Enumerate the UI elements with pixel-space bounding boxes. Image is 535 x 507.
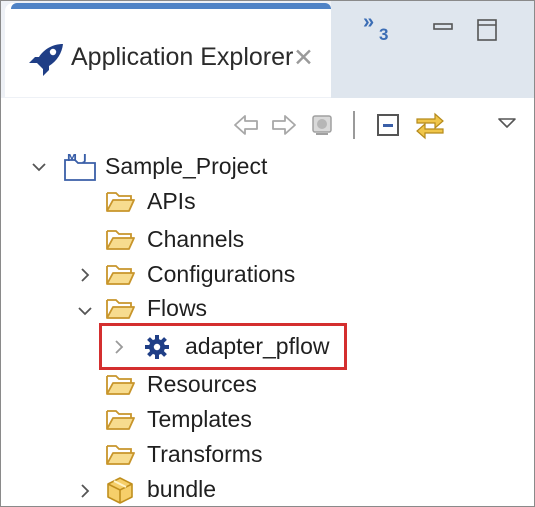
view-tab-bar: Application Explorer ✕ » 3 bbox=[1, 1, 534, 98]
tree-item-project[interactable]: Sample_Project bbox=[105, 153, 267, 180]
close-icon[interactable]: ✕ bbox=[293, 43, 314, 73]
tree-item-resources[interactable]: Resources bbox=[147, 371, 257, 398]
tab-bar-shade bbox=[331, 1, 534, 98]
application-explorer-view: Application Explorer ✕ » 3 M J Sample_Pr… bbox=[0, 0, 535, 507]
folder-icon bbox=[106, 230, 135, 250]
folder-icon bbox=[106, 299, 135, 319]
overflow-views-button[interactable]: » 3 bbox=[363, 11, 395, 47]
minimize-icon[interactable] bbox=[433, 19, 453, 35]
chevron-double-right-icon: » bbox=[363, 11, 374, 33]
svg-text:J: J bbox=[82, 153, 87, 164]
maximize-icon[interactable] bbox=[477, 19, 497, 41]
folder-icon bbox=[106, 265, 135, 285]
folder-icon bbox=[106, 192, 135, 212]
chevron-right-icon[interactable] bbox=[111, 339, 127, 355]
bundle-icon bbox=[107, 477, 133, 504]
tree-item-bundle[interactable]: bundle bbox=[147, 476, 216, 503]
folder-icon bbox=[106, 375, 135, 395]
chevron-right-icon[interactable] bbox=[77, 483, 93, 499]
arrow-left-icon[interactable] bbox=[231, 109, 261, 141]
tab-application-explorer[interactable]: Application Explorer ✕ bbox=[5, 3, 331, 97]
tree-item-transforms[interactable]: Transforms bbox=[147, 441, 262, 468]
project-icon: M J bbox=[64, 153, 96, 181]
link-with-editor-icon[interactable] bbox=[413, 109, 447, 141]
tree-item-channels[interactable]: Channels bbox=[147, 226, 244, 253]
toolbar-separator bbox=[353, 111, 355, 139]
chevron-down-icon[interactable] bbox=[31, 159, 47, 175]
home-icon[interactable] bbox=[307, 109, 337, 141]
active-tab-accent bbox=[11, 3, 331, 9]
tab-title: Application Explorer bbox=[71, 43, 294, 71]
svg-text:M: M bbox=[67, 153, 77, 164]
arrow-right-icon[interactable] bbox=[269, 109, 299, 141]
gear-icon bbox=[145, 335, 169, 359]
collapse-all-icon[interactable] bbox=[373, 109, 403, 141]
view-menu-icon[interactable] bbox=[495, 113, 519, 133]
rocket-icon bbox=[29, 44, 63, 76]
tree-item-flows[interactable]: Flows bbox=[147, 295, 207, 322]
chevron-down-icon[interactable] bbox=[77, 303, 93, 319]
folder-icon bbox=[106, 445, 135, 465]
folder-icon bbox=[106, 410, 135, 430]
overflow-count: 3 bbox=[379, 25, 389, 44]
tree-item-templates[interactable]: Templates bbox=[147, 406, 252, 433]
tree-item-adapter-pflow[interactable]: adapter_pflow bbox=[185, 333, 330, 360]
tree-item-apis[interactable]: APIs bbox=[147, 188, 196, 215]
chevron-right-icon[interactable] bbox=[77, 267, 93, 283]
tree-item-configurations[interactable]: Configurations bbox=[147, 261, 295, 288]
